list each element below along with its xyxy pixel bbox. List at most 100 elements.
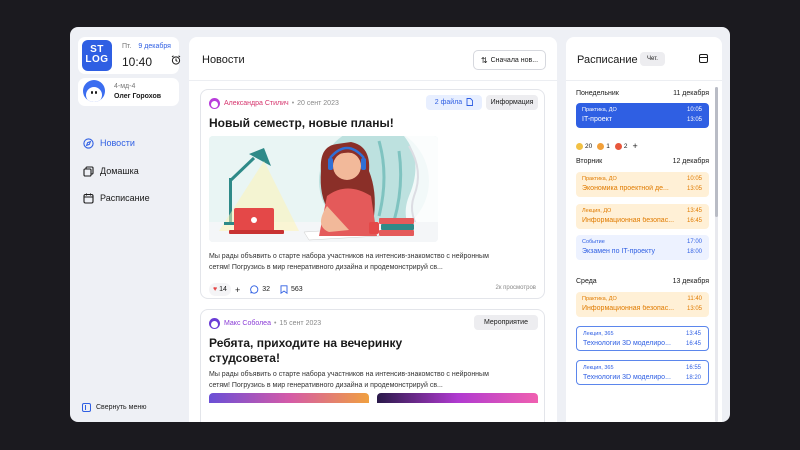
day-date: 11 декабря [673,90,709,97]
event-start: 11:40 [687,296,702,302]
app-window: ST LOG Пт. 9 декабря 10:40 4-мд-4 Олег Го… [70,27,730,422]
post-author[interactable]: Александра Стилич [224,100,289,107]
alarm-clock-icon[interactable] [171,55,181,68]
news-post[interactable]: Макс Соболеа • 15 сент 2023 Мероприятие … [200,309,545,422]
post-title-line: Ребята, приходите на вечеринку [209,336,403,350]
event-end: 13:05 [686,117,702,123]
week-parity-toggle[interactable]: Чет. [640,52,665,66]
user-name: Олег Горохов [114,93,162,100]
emoji-laugh-icon [576,142,583,150]
sidebar-item-news[interactable]: Новости [82,136,135,150]
user-card[interactable]: 4-мд-4 Олег Горохов [78,78,179,106]
event-end: 18:20 [685,375,701,381]
event-name: Технологии 3D моделиро... [583,340,671,347]
reaction-button[interactable]: 2 [614,142,628,150]
post-date: 20 сент 2023 [297,100,339,107]
reaction-count: 2 [623,142,628,150]
event-end: 18:00 [686,249,702,255]
day-date: 13 декабря [672,278,709,285]
like-button[interactable]: ♥ 14 [209,283,231,296]
emoji-thumbs-up-icon [597,142,605,150]
event-type: Лекция, ДО [582,208,612,214]
post-footer: ♥ 14 + 32 563 [209,283,303,296]
post-tag[interactable]: Информация [486,95,538,110]
divider [189,80,557,81]
post-title-line: студсовета! [209,351,280,365]
event-type: Событие [582,239,605,245]
post-title: Новый семестр, новые планы! [209,116,394,130]
reaction-button[interactable]: 20 [576,142,592,150]
sidebar-item-schedule[interactable]: Расписание [82,191,150,205]
schedule-event[interactable]: Практика, ДО Информационная безопас... 1… [576,292,709,317]
scrollbar-thumb[interactable] [715,87,718,217]
post-tag[interactable]: Мероприятие [474,315,538,330]
schedule-event[interactable]: Практика, ДО IT-проект 10:05 13:05 [576,103,709,128]
post-text: Мы рады объявить о старте набора участни… [209,253,489,271]
add-reaction-icon[interactable]: + [235,285,240,295]
heart-icon: ♥ [213,286,218,293]
sidebar-item-label: Расписание [100,193,150,203]
post-title: Ребята, приходите на вечеринку студсовет… [209,336,402,366]
event-reactions: 20 1 2 + [576,141,638,151]
divider [566,80,722,81]
reaction-count: 1 [606,142,610,150]
current-date: Пт. 9 декабря [122,43,171,50]
author-avatar [209,318,220,329]
file-icon [466,97,474,108]
event-name: Информационная безопас... [582,305,675,312]
calendar-icon[interactable] [699,54,708,63]
calendar-icon [82,192,94,204]
event-type: Практика, ДО [582,296,617,302]
event-end: 16:45 [686,218,702,224]
event-name: Экзамен по IT-проекту [582,248,655,255]
post-illustration [209,136,438,242]
schedule-event[interactable]: Лекция, ДО Информационная безопас... 13:… [576,204,709,229]
header-card: ST LOG Пт. 9 декабря 10:40 [78,37,181,74]
files-button[interactable]: 2 файла [426,95,482,110]
schedule-event[interactable]: Лекция, 365 Технологии 3D моделиро... 16… [576,360,709,385]
event-name: Технологии 3D моделиро... [583,374,671,381]
logo-line2: LOG [85,54,109,65]
schedule-event[interactable]: Лекция, 365 Технологии 3D моделиро... 13… [576,326,709,351]
event-start: 16:55 [685,365,701,371]
bookmark-button[interactable]: 563 [280,285,303,294]
reaction-button[interactable]: 1 [597,142,610,150]
collapse-label: Свернуть меню [96,404,147,411]
comment-count: 32 [262,286,271,293]
post-author[interactable]: Макс Соболеа [224,320,271,327]
event-start: 17:00 [686,239,702,245]
bookmark-count: 563 [291,286,303,293]
day-date: 12 декабря [672,158,709,165]
collapse-icon [82,403,91,412]
sidebar: ST LOG Пт. 9 декабря 10:40 4-мд-4 Олег Го… [70,27,188,422]
event-end: 13:05 [686,306,702,312]
day-name: Среда [576,278,597,285]
current-time: 10:40 [122,55,153,69]
bookmark-icon [280,285,288,294]
app-logo[interactable]: ST LOG [82,40,112,71]
sidebar-item-homework[interactable]: Домашка [82,164,139,178]
event-name: Информационная безопас... [582,217,675,224]
post-image[interactable] [209,393,369,403]
event-end: 16:45 [685,341,701,347]
event-type: Лекция, 365 [583,365,614,371]
post-image[interactable] [377,393,538,403]
schedule-event[interactable]: Практика, ДО Экономика проектной де... 1… [576,172,709,197]
schedule-title: Расписание [577,54,638,66]
schedule-event[interactable]: Событие Экзамен по IT-проекту 17:00 18:0… [576,235,709,260]
news-post[interactable]: Александра Стилич • 20 сент 2023 2 файла… [200,89,545,299]
event-start: 13:45 [686,208,702,214]
day-name: Понедельник [576,90,619,97]
user-group: 4-мд-4 [114,83,136,90]
event-type: Лекция, 365 [583,331,614,337]
avatar [83,80,105,102]
comment-button[interactable]: 32 [250,285,270,294]
weekday: Пт. [122,43,132,50]
collapse-menu-button[interactable]: Свернуть меню [82,403,146,412]
post-header: Макс Соболеа • 15 сент 2023 [209,318,321,329]
sort-dropdown[interactable]: ⇅ Сначала нов... [473,50,546,70]
sidebar-item-label: Домашка [100,166,139,176]
files-label: 2 файла [434,99,463,106]
add-reaction-icon[interactable]: + [632,141,637,151]
author-avatar [209,98,220,109]
